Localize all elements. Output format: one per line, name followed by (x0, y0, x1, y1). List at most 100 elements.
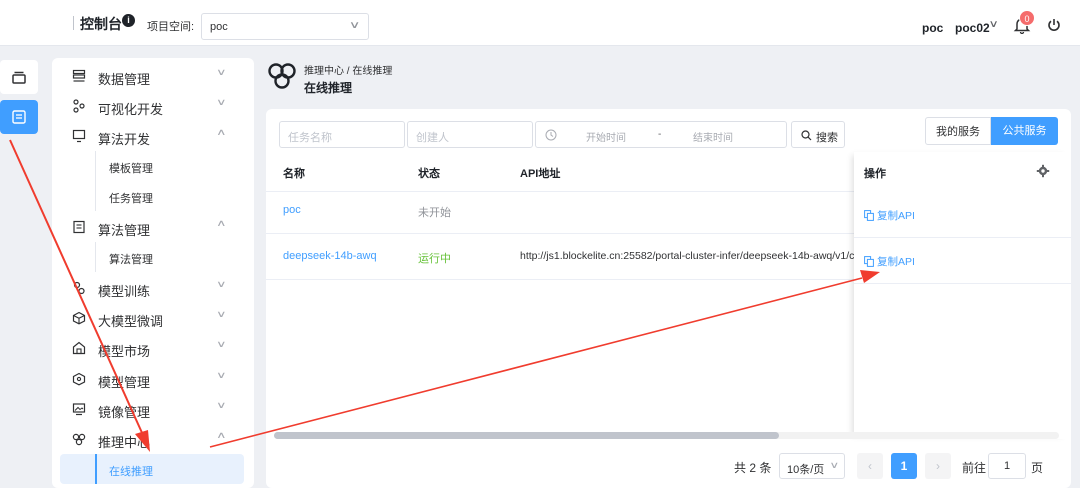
chevron-up-icon: ∧ (216, 218, 227, 228)
nav-item-image-management[interactable]: 镜像管理 ∨ (52, 394, 254, 424)
search-label: 搜索 (816, 132, 838, 144)
nav-item-llm-finetune[interactable]: 大模型微调 ∨ (52, 303, 254, 333)
info-icon[interactable]: i (122, 14, 135, 27)
nav-label: 模型市场 (98, 344, 151, 359)
tab-my-services[interactable]: 我的服务 (925, 117, 991, 145)
copy-api-button[interactable]: 复制API (864, 208, 915, 223)
copy-api-label: 复制API (877, 210, 915, 222)
chevron-down-icon: ∨ (216, 400, 227, 410)
chevron-down-icon[interactable]: ∨ (989, 19, 999, 30)
next-page-button[interactable]: › (925, 453, 951, 479)
page-title: 在线推理 (304, 81, 353, 95)
nav-sub-label: 在线推理 (109, 466, 153, 478)
flow-icon (73, 99, 85, 113)
nav-item-visual-dev[interactable]: 可视化开发 ∨ (52, 91, 254, 121)
chevron-down-icon: ∨ (216, 279, 227, 289)
operations-column: 操作 复制API 复制API (854, 152, 1071, 439)
search-button[interactable]: 搜索 (791, 121, 845, 148)
nav-item-algo-dev[interactable]: 算法开发 ∧ (52, 121, 254, 151)
gear-icon[interactable] (1036, 164, 1050, 178)
content-panel: 任务名称 创建人 开始时间 - 结束时间 搜索 我的服务 公共服务 名称 状态 … (266, 109, 1071, 488)
chevron-down-icon: ∨ (216, 339, 227, 349)
end-time-placeholder: 结束时间 (693, 133, 733, 144)
tree-line-active (95, 454, 97, 484)
chevron-up-icon: ∧ (216, 430, 227, 440)
page-size-value: 10条/页 (787, 464, 825, 476)
task-name-input[interactable]: 任务名称 (279, 121, 405, 148)
breadcrumb: 推理中心 / 在线推理 (304, 66, 393, 77)
tree-line (95, 181, 96, 211)
date-range-picker[interactable]: 开始时间 - 结束时间 (535, 121, 787, 148)
horizontal-scrollbar[interactable] (274, 432, 1059, 439)
nav-item-model-training[interactable]: 模型训练 ∨ (52, 273, 254, 303)
range-separator: - (658, 129, 662, 140)
copy-api-button[interactable]: 复制API (864, 254, 915, 269)
clock-icon (545, 129, 557, 141)
nav-label: 模型训练 (98, 284, 151, 299)
list-panel-icon (12, 110, 26, 124)
store-icon (72, 341, 86, 355)
nav-label: 算法开发 (98, 132, 151, 147)
nav-item-inference-center[interactable]: 推理中心 ∧ (52, 424, 254, 454)
search-icon (801, 130, 812, 141)
nav-item-model-management[interactable]: 模型管理 ∨ (52, 364, 254, 394)
nav-item-data-management[interactable]: 数据管理 ∨ (52, 61, 254, 91)
task-name-placeholder: 任务名称 (288, 132, 332, 144)
nav-sub-online-inference[interactable]: 在线推理 (60, 454, 244, 484)
tab-public-services[interactable]: 公共服务 (991, 117, 1058, 145)
nav-sub-algo-management[interactable]: 算法管理 (52, 242, 254, 272)
api-address: http://js1.blockelite.cn:25582/portal-cl… (520, 250, 854, 262)
training-icon (73, 281, 85, 295)
goto-label: 前往 (962, 461, 987, 475)
nav-sub-task-management[interactable]: 任务管理 (52, 181, 254, 211)
console-title: 控制台 (80, 16, 122, 32)
box-icon (72, 372, 86, 386)
icon-rail (0, 60, 38, 488)
ops-cell: 复制API (854, 192, 1071, 238)
project-space-value: poc (210, 21, 228, 33)
document-icon (73, 220, 85, 234)
chevron-down-icon: ∨ (216, 309, 227, 319)
nav-sub-label: 模板管理 (109, 163, 153, 175)
chevron-down-icon: ∨ (216, 97, 227, 107)
nav-item-algo-management[interactable]: 算法管理 ∧ (52, 212, 254, 242)
nav-label: 算法管理 (98, 223, 151, 238)
service-name-link[interactable]: deepseek-14b-awq (283, 250, 377, 262)
nav-label: 镜像管理 (98, 405, 151, 420)
ops-cell: 复制API (854, 238, 1071, 284)
page-suffix: 页 (1031, 461, 1044, 475)
power-icon[interactable] (1047, 18, 1061, 32)
layers-icon (12, 71, 26, 84)
rail-button-workspace[interactable] (0, 60, 38, 94)
tree-line (95, 242, 96, 272)
header-name: 名称 (283, 168, 305, 180)
top-bar: 控制台 i 项目空间: poc ∨ poc poc02 ∨ 0 (0, 0, 1080, 46)
user-menu[interactable]: poc02 (955, 21, 990, 35)
goto-page-input[interactable]: 1 (988, 453, 1026, 479)
copy-icon (864, 256, 874, 267)
chevron-down-icon: ∨ (348, 20, 361, 31)
nav-sub-label: 任务管理 (109, 193, 153, 205)
nav-item-model-market[interactable]: 模型市场 ∨ (52, 333, 254, 363)
rail-button-dev[interactable] (0, 100, 38, 134)
nav-label: 可视化开发 (98, 102, 164, 117)
service-name-link[interactable]: poc (283, 204, 301, 216)
nav-sub-template-management[interactable]: 模板管理 (52, 151, 254, 181)
tree-line (95, 151, 96, 181)
page-size-select[interactable]: 10条/页 ∨ (779, 453, 845, 479)
pagination-total: 共 2 条 (734, 461, 772, 475)
header-operations: 操作 (864, 168, 886, 180)
nav-label: 推理中心 (98, 435, 151, 450)
page-number-current[interactable]: 1 (891, 453, 917, 479)
copy-api-label: 复制API (877, 256, 915, 268)
status-text: 运行中 (418, 253, 451, 265)
project-space-select[interactable]: poc ∨ (201, 13, 369, 40)
topbar-divider (73, 16, 74, 30)
creator-input[interactable]: 创建人 (407, 121, 533, 148)
inference-center-logo-icon (268, 63, 296, 89)
scrollbar-thumb[interactable] (274, 432, 779, 439)
prev-page-button[interactable]: ‹ (857, 453, 883, 479)
nav-label: 大模型微调 (98, 314, 164, 329)
copy-icon (864, 210, 874, 221)
nav-label: 数据管理 (98, 72, 151, 87)
